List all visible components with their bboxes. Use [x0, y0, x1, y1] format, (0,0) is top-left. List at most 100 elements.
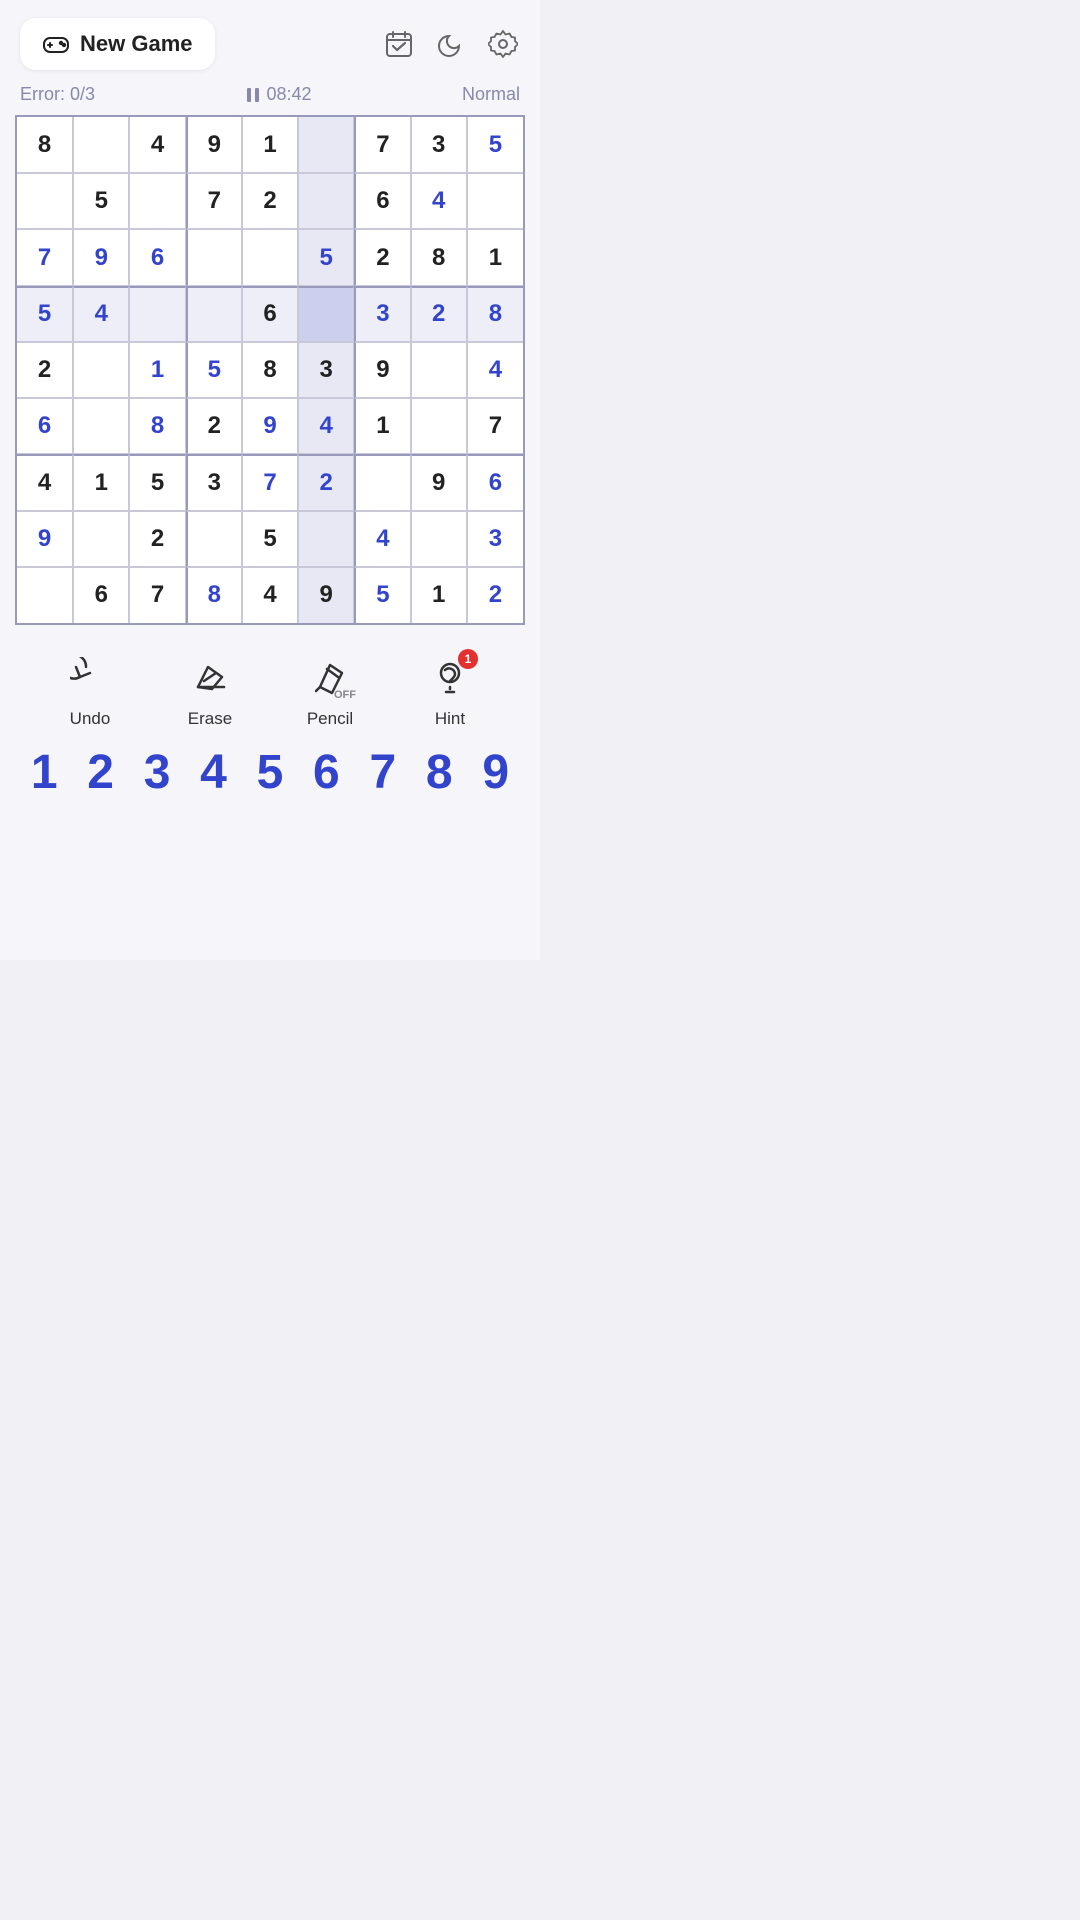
cell[interactable]: 7 — [467, 398, 523, 454]
cell[interactable] — [242, 229, 298, 285]
cell[interactable]: 1 — [411, 567, 467, 623]
cell[interactable]: 4 — [73, 286, 129, 342]
cell[interactable]: 3 — [411, 117, 467, 173]
num-button-7[interactable]: 7 — [357, 749, 409, 797]
cell[interactable]: 8 — [467, 286, 523, 342]
cell[interactable] — [354, 454, 410, 510]
cell[interactable]: 1 — [129, 342, 185, 398]
cell[interactable]: 8 — [186, 567, 242, 623]
cell[interactable]: 2 — [411, 286, 467, 342]
cell[interactable]: 6 — [73, 567, 129, 623]
moon-icon[interactable] — [434, 27, 468, 61]
pause-icon — [245, 87, 261, 103]
cell[interactable]: 6 — [467, 454, 523, 510]
new-game-button[interactable]: New Game — [20, 18, 215, 70]
cell[interactable]: 4 — [467, 342, 523, 398]
cell[interactable] — [298, 173, 354, 229]
cell[interactable]: 5 — [298, 229, 354, 285]
cell[interactable]: 7 — [129, 567, 185, 623]
cell[interactable]: 7 — [17, 229, 73, 285]
cell[interactable]: 3 — [186, 454, 242, 510]
cell[interactable]: 9 — [411, 454, 467, 510]
cell[interactable]: 6 — [242, 286, 298, 342]
cell[interactable]: 8 — [411, 229, 467, 285]
cell[interactable]: 9 — [73, 229, 129, 285]
calendar-icon[interactable] — [382, 27, 416, 61]
cell[interactable]: 5 — [186, 342, 242, 398]
cell[interactable]: 5 — [73, 173, 129, 229]
hint-button[interactable]: 1 Hint — [410, 653, 490, 729]
cell[interactable]: 2 — [467, 567, 523, 623]
cell[interactable] — [186, 511, 242, 567]
cell[interactable]: 1 — [242, 117, 298, 173]
undo-button[interactable]: Undo — [50, 653, 130, 729]
cell[interactable]: 2 — [17, 342, 73, 398]
cell[interactable] — [73, 511, 129, 567]
cell[interactable]: 5 — [17, 286, 73, 342]
cell[interactable]: 6 — [354, 173, 410, 229]
num-button-3[interactable]: 3 — [131, 749, 183, 797]
cell[interactable] — [17, 173, 73, 229]
cell[interactable]: 4 — [242, 567, 298, 623]
cell[interactable] — [73, 398, 129, 454]
cell[interactable] — [129, 286, 185, 342]
difficulty-label: Normal — [462, 84, 520, 105]
cell[interactable]: 4 — [129, 117, 185, 173]
settings-icon[interactable] — [486, 27, 520, 61]
cell[interactable] — [467, 173, 523, 229]
cell[interactable] — [73, 342, 129, 398]
num-button-4[interactable]: 4 — [188, 749, 240, 797]
cell[interactable] — [186, 229, 242, 285]
cell[interactable] — [411, 398, 467, 454]
cell[interactable]: 5 — [129, 454, 185, 510]
num-button-8[interactable]: 8 — [413, 749, 465, 797]
cell[interactable]: 6 — [129, 229, 185, 285]
num-button-1[interactable]: 1 — [18, 749, 70, 797]
cell[interactable]: 7 — [242, 454, 298, 510]
cell[interactable] — [298, 117, 354, 173]
cell[interactable]: 9 — [17, 511, 73, 567]
cell[interactable] — [298, 286, 354, 342]
cell[interactable]: 4 — [298, 398, 354, 454]
cell[interactable]: 4 — [354, 511, 410, 567]
cell[interactable]: 5 — [354, 567, 410, 623]
cell[interactable]: 9 — [186, 117, 242, 173]
cell[interactable] — [411, 342, 467, 398]
cell[interactable] — [298, 511, 354, 567]
cell[interactable]: 9 — [242, 398, 298, 454]
num-button-6[interactable]: 6 — [300, 749, 352, 797]
pencil-button[interactable]: OFF Pencil — [290, 653, 370, 729]
cell[interactable]: 2 — [354, 229, 410, 285]
cell[interactable]: 2 — [242, 173, 298, 229]
cell[interactable]: 5 — [242, 511, 298, 567]
cell[interactable]: 7 — [354, 117, 410, 173]
cell[interactable] — [73, 117, 129, 173]
cell[interactable]: 8 — [242, 342, 298, 398]
num-button-5[interactable]: 5 — [244, 749, 296, 797]
num-button-2[interactable]: 2 — [75, 749, 127, 797]
cell[interactable]: 5 — [467, 117, 523, 173]
cell[interactable]: 3 — [298, 342, 354, 398]
cell[interactable]: 1 — [354, 398, 410, 454]
cell[interactable]: 9 — [298, 567, 354, 623]
cell[interactable]: 2 — [129, 511, 185, 567]
cell[interactable]: 6 — [17, 398, 73, 454]
cell[interactable]: 2 — [298, 454, 354, 510]
cell[interactable]: 4 — [411, 173, 467, 229]
cell[interactable]: 8 — [129, 398, 185, 454]
num-button-9[interactable]: 9 — [470, 749, 522, 797]
cell[interactable] — [17, 567, 73, 623]
cell[interactable]: 7 — [186, 173, 242, 229]
cell[interactable]: 8 — [17, 117, 73, 173]
cell[interactable]: 3 — [467, 511, 523, 567]
cell[interactable]: 1 — [73, 454, 129, 510]
cell[interactable] — [129, 173, 185, 229]
cell[interactable]: 1 — [467, 229, 523, 285]
cell[interactable] — [186, 286, 242, 342]
cell[interactable] — [411, 511, 467, 567]
cell[interactable]: 9 — [354, 342, 410, 398]
erase-button[interactable]: Erase — [170, 653, 250, 729]
cell[interactable]: 4 — [17, 454, 73, 510]
cell[interactable]: 3 — [354, 286, 410, 342]
cell[interactable]: 2 — [186, 398, 242, 454]
